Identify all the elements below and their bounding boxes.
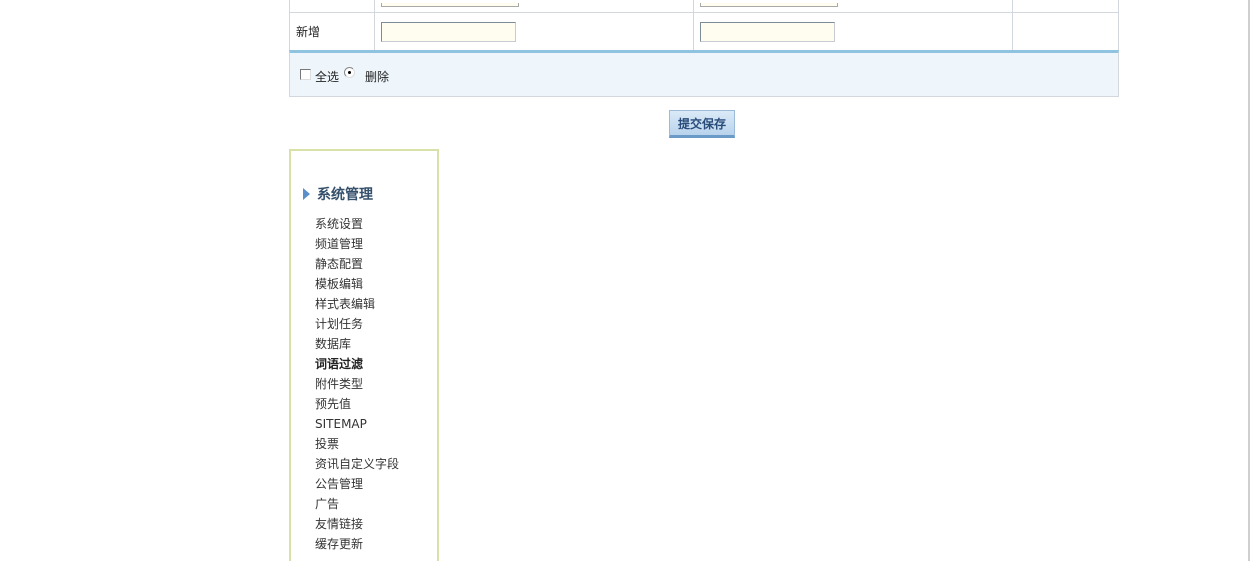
select-bar: 全选 删除 [289, 50, 1119, 97]
existing-replace-input[interactable] [700, 2, 839, 7]
menu-item[interactable]: 模板编辑 [315, 274, 399, 294]
menu-title: 系统管理 [303, 184, 373, 204]
table-cell [374, 12, 695, 51]
menu-item[interactable]: 附件类型 [315, 374, 399, 394]
add-row-label: 新增 [288, 12, 376, 51]
menu-item[interactable]: 投票 [315, 434, 399, 454]
table-cell [374, 0, 695, 13]
existing-word-input[interactable] [381, 2, 520, 7]
table-cell [288, 0, 376, 13]
menu-item[interactable]: 词语过滤 [315, 354, 399, 374]
triangle-right-icon [303, 188, 310, 200]
table-cell [693, 12, 1014, 51]
select-all-label[interactable]: 全选 [315, 68, 339, 85]
menu-item[interactable]: 缓存更新 [315, 534, 399, 554]
new-replace-input[interactable] [700, 21, 836, 42]
menu-item[interactable]: 友情链接 [315, 514, 399, 534]
table-cell [1012, 12, 1119, 51]
side-menu: 系统管理 系统设置 频道管理 静态配置 模板编辑 样式表编辑 计划任务 数据库 词语过滤 附件类… [289, 149, 439, 561]
menu-item[interactable]: 静态配置 [315, 254, 399, 274]
new-word-input[interactable] [381, 21, 517, 42]
select-all-checkbox[interactable] [300, 69, 311, 80]
menu-item[interactable]: 预先值 [315, 394, 399, 414]
menu-item[interactable]: 样式表编辑 [315, 294, 399, 314]
menu-item[interactable]: 频道管理 [315, 234, 399, 254]
menu-list: 系统设置 频道管理 静态配置 模板编辑 样式表编辑 计划任务 数据库 词语过滤 附件类型 预先值 S… [315, 214, 399, 554]
menu-item[interactable]: 广告 [315, 494, 399, 514]
delete-label[interactable]: 删除 [365, 68, 389, 85]
menu-item[interactable]: 数据库 [315, 334, 399, 354]
menu-item[interactable]: 系统设置 [315, 214, 399, 234]
menu-item[interactable]: 计划任务 [315, 314, 399, 334]
table-row [288, 0, 1119, 13]
table-cell [693, 0, 1014, 13]
menu-item[interactable]: SITEMAP [315, 414, 399, 434]
menu-title-text: 系统管理 [317, 187, 373, 203]
table-cell [1012, 0, 1119, 13]
menu-item[interactable]: 资讯自定义字段 [315, 454, 399, 474]
delete-radio[interactable] [344, 67, 355, 78]
menu-item[interactable]: 公告管理 [315, 474, 399, 494]
table-row-add: 新增 [288, 12, 1119, 51]
submit-save-button[interactable]: 提交保存 [669, 110, 735, 138]
word-filter-table: 新增 [288, 0, 1119, 51]
